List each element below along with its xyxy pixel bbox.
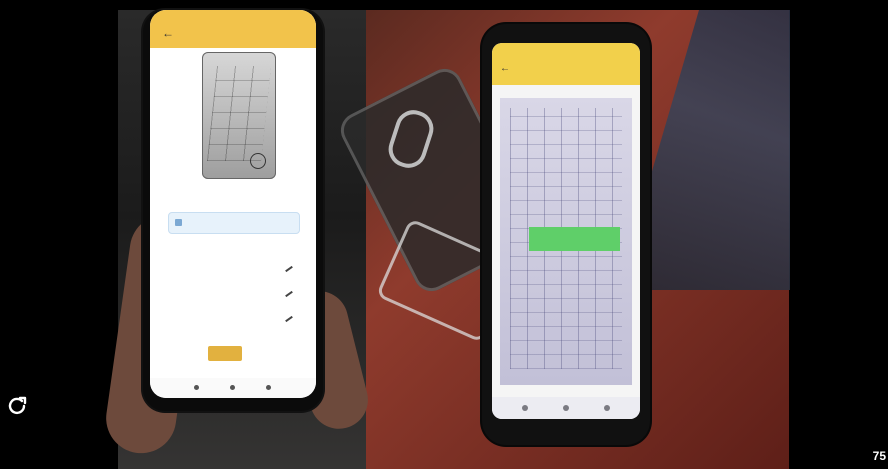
home-nav-icon[interactable] — [230, 385, 235, 390]
home-nav-icon[interactable] — [563, 405, 569, 411]
video-frame: ← ← 75 — [0, 0, 888, 469]
left-status-bar — [160, 14, 306, 22]
right-phone-screen: ← — [492, 43, 640, 419]
checklist — [168, 265, 293, 342]
back-nav-icon[interactable] — [194, 385, 199, 390]
info-box — [168, 212, 300, 234]
checklist-item — [168, 290, 293, 310]
recent-apps-icon[interactable] — [266, 385, 271, 390]
zoom-icon[interactable] — [250, 153, 266, 169]
right-bottom-bar — [492, 397, 640, 419]
left-phone-screen: ← — [150, 10, 316, 398]
corner-number: 75 — [872, 449, 886, 463]
processing-overlay — [529, 227, 620, 251]
right-phone-header: ← — [492, 43, 640, 85]
edit-icon[interactable] — [285, 315, 293, 323]
android-nav-bar — [150, 378, 316, 398]
left-phone-header: ← — [150, 10, 316, 48]
edit-icon[interactable] — [285, 290, 293, 298]
back-icon[interactable]: ← — [162, 26, 174, 40]
checklist-item — [168, 265, 293, 285]
document-grid — [207, 66, 271, 161]
back-icon[interactable]: ← — [500, 63, 510, 74]
submit-button[interactable] — [208, 346, 242, 361]
back-nav-icon[interactable] — [522, 405, 528, 411]
right-status-bar — [502, 47, 630, 55]
recent-apps-icon[interactable] — [604, 405, 610, 411]
refresh-icon — [8, 396, 27, 415]
edit-icon[interactable] — [285, 265, 293, 273]
checklist-item — [168, 315, 293, 335]
info-icon — [175, 219, 182, 226]
document-preview — [202, 52, 276, 179]
